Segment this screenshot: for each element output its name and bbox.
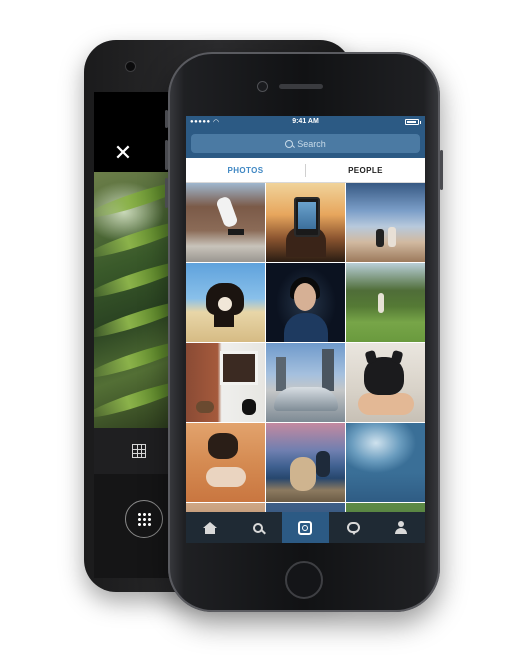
app-drawer-icon (137, 512, 151, 526)
device-mockup: ✕ ●●●●● ◠ 9:41 AM Search PHOTOS PEOPLE (0, 0, 530, 662)
photo-feet[interactable] (186, 423, 265, 502)
nav-activity[interactable] (329, 512, 377, 543)
battery-icon (405, 119, 421, 125)
photo-dog-dock[interactable] (266, 423, 345, 502)
search-icon (285, 139, 294, 148)
photo-dogs-wall[interactable] (186, 343, 265, 422)
earpiece (279, 84, 323, 89)
front-camera (257, 81, 268, 92)
photo-grid (186, 183, 425, 543)
app-drawer-button[interactable] (125, 500, 163, 538)
instagram-explore-screen: ●●●●● ◠ 9:41 AM Search PHOTOS PEOPLE (186, 116, 425, 543)
volume-up-button (165, 140, 168, 170)
search-bar: Search (186, 129, 425, 158)
grid-icon[interactable] (132, 444, 146, 458)
battery-fill (407, 121, 416, 123)
photo-park[interactable] (346, 263, 425, 342)
home-icon (202, 521, 217, 534)
photo-phone-sunset[interactable] (266, 183, 345, 262)
nav-search[interactable] (234, 512, 282, 543)
search-placeholder: Search (297, 138, 326, 149)
photo-chicago-bean[interactable] (266, 343, 345, 422)
photo-french-bulldog[interactable] (346, 343, 425, 422)
power-button (440, 150, 443, 190)
tab-photos[interactable]: PHOTOS (186, 158, 305, 183)
status-time: 9:41 AM (292, 118, 319, 125)
mute-switch (165, 110, 168, 128)
nav-profile[interactable] (377, 512, 425, 543)
photo-canyon-couple[interactable] (346, 183, 425, 262)
close-icon[interactable]: ✕ (112, 142, 134, 164)
photo-skater[interactable] (186, 183, 265, 262)
home-button[interactable] (285, 561, 323, 599)
search-input[interactable]: Search (191, 134, 420, 153)
photo-aerial-sea[interactable] (346, 423, 425, 502)
camera-icon (298, 520, 313, 535)
nav-camera[interactable] (281, 512, 330, 543)
activity-icon (346, 522, 360, 535)
bottom-nav (186, 512, 425, 543)
photo-beach-dog[interactable] (186, 263, 265, 342)
photo-portrait[interactable] (266, 263, 345, 342)
explore-tabs: PHOTOS PEOPLE (186, 158, 425, 183)
search-icon (252, 522, 263, 533)
front-camera (125, 61, 136, 72)
status-bar: ●●●●● ◠ 9:41 AM (186, 116, 425, 129)
profile-icon (395, 521, 408, 534)
tab-people[interactable]: PEOPLE (306, 158, 425, 183)
volume-down-button (165, 178, 168, 208)
nav-home[interactable] (186, 512, 234, 543)
